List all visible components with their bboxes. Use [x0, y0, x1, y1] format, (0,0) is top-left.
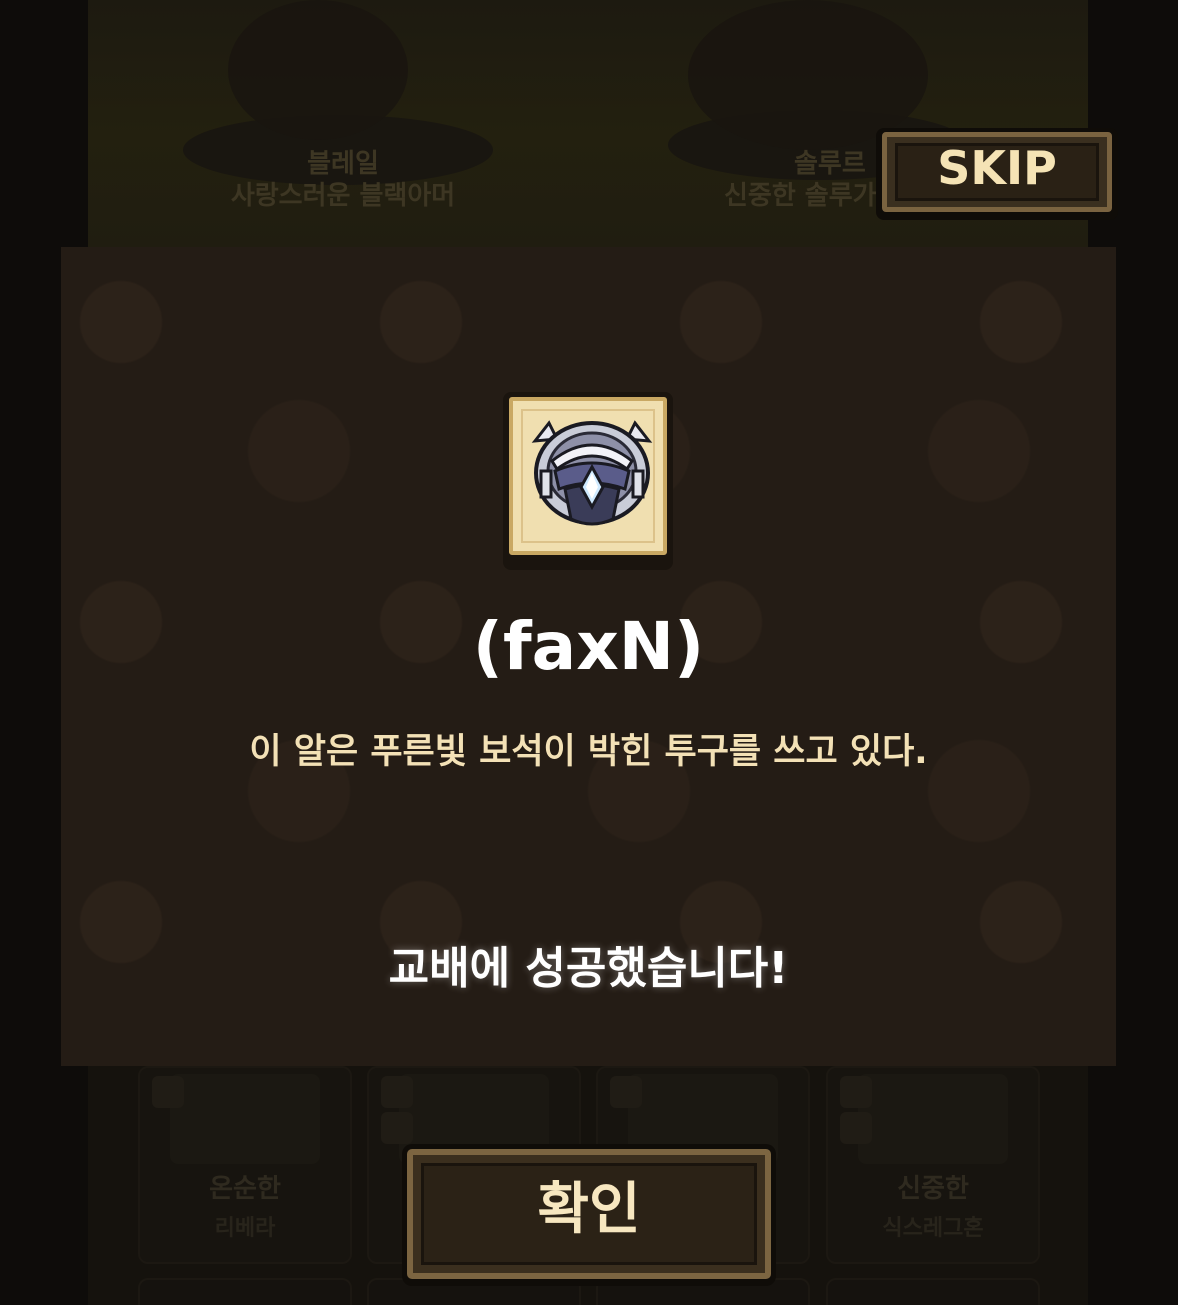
card-subtitle: 식스레그혼: [882, 1216, 984, 1241]
creature-title: 블레일: [307, 149, 379, 179]
result-modal: (faxN) 이 알은 푸른빛 보석이 박힌 투구를 쓰고 있다. 교배에 성공…: [61, 247, 1116, 1066]
creature-card-partial: [138, 1278, 352, 1305]
item-frame: [503, 392, 673, 570]
creature-card-partial: [826, 1278, 1040, 1305]
creature-card: 온순한 리베라: [138, 1066, 352, 1264]
card-title: 신중한: [897, 1174, 969, 1204]
card-gem-icon: [840, 1112, 872, 1144]
confirm-button-label: 확인: [537, 1177, 641, 1242]
card-gem-icon: [840, 1076, 872, 1108]
card-gem-icon: [152, 1076, 184, 1108]
creature-name-left: 블레일 사랑스러운 블랙아머: [178, 148, 508, 212]
success-message: 교배에 성공했습니다!: [388, 943, 789, 994]
blue-gem-helmet-icon: [531, 420, 653, 526]
creature-sprite: [228, 0, 408, 140]
card-gem-icon: [381, 1112, 413, 1144]
item-frame-parchment: [509, 397, 667, 555]
card-subtitle: 리베라: [214, 1216, 276, 1241]
card-art: [858, 1074, 1008, 1164]
item-title: (faxN): [472, 608, 705, 685]
skip-button-label: SKIP: [937, 141, 1057, 195]
item-description: 이 알은 푸른빛 보석이 박힌 투구를 쓰고 있다.: [249, 732, 928, 772]
screen: 블레일 사랑스러운 블랙아머 솔루르 신중한 솔루가 온순한 리베라 신중한 식…: [0, 0, 1178, 1305]
skip-button[interactable]: SKIP: [876, 128, 1118, 220]
card-gem-icon: [381, 1076, 413, 1108]
confirm-button[interactable]: 확인: [402, 1144, 776, 1286]
creature-card: 신중한 식스레그혼: [826, 1066, 1040, 1264]
card-title: 온순한: [209, 1174, 281, 1204]
card-gem-icon: [610, 1076, 642, 1108]
card-art: [170, 1074, 320, 1164]
creature-subtitle: 사랑스러운 블랙아머: [230, 181, 456, 211]
